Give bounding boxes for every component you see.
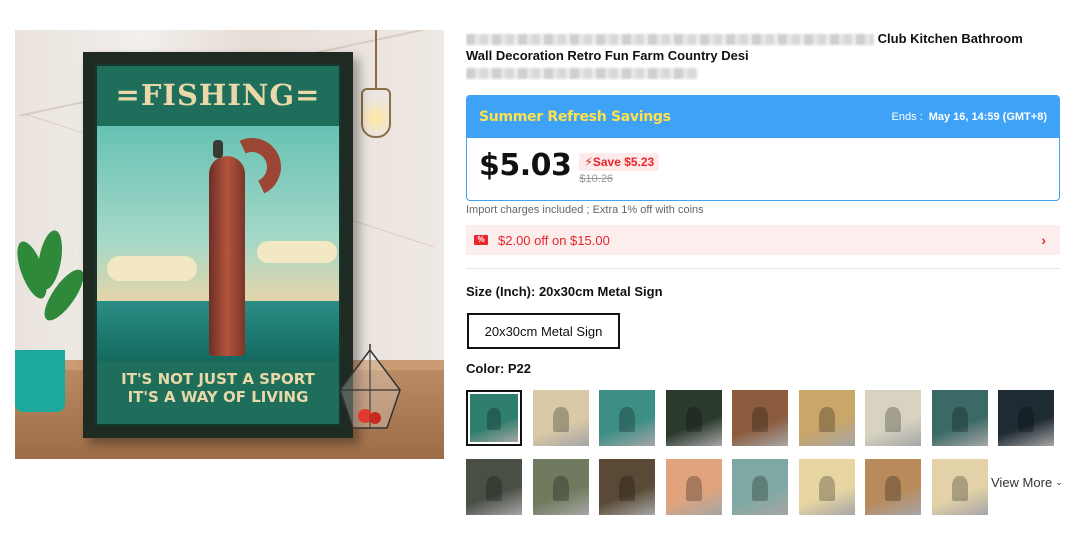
swatch-thumbnail: [599, 390, 655, 446]
color-swatch[interactable]: [666, 459, 722, 515]
promo-countdown: Ends : May 16, 14:59 (GMT+8): [892, 111, 1048, 123]
swatch-thumbnail: [732, 459, 788, 515]
promo-price-card: Summer Refresh Savings Ends : May 16, 14:…: [466, 95, 1060, 201]
plant-pot: [15, 350, 65, 412]
view-more-label: View More: [991, 475, 1053, 490]
original-price: $10.26: [579, 173, 614, 185]
product-title-line: [466, 64, 1060, 81]
poster-slogan-line: IT'S A WAY OF LIVING: [127, 388, 309, 406]
swatch-thumbnail: [599, 459, 655, 515]
lightning-icon: ⚡: [584, 155, 593, 169]
view-more-button[interactable]: View More ⌄: [991, 475, 1063, 490]
blurred-title-text: [466, 68, 698, 80]
color-swatch[interactable]: [599, 390, 655, 446]
color-swatch[interactable]: [932, 390, 988, 446]
color-swatch[interactable]: [732, 459, 788, 515]
lamp-cord: [375, 30, 377, 90]
color-swatch[interactable]: [533, 459, 589, 515]
swatch-thumbnail: [865, 459, 921, 515]
coupon-text: $2.00 off on $15.00: [498, 232, 610, 248]
swatch-thumbnail: [932, 390, 988, 446]
blurred-title-text: [466, 34, 874, 46]
coupon-bar[interactable]: % $2.00 off on $15.00 ›: [466, 225, 1060, 255]
promo-name: Summer Refresh Savings: [479, 109, 671, 125]
promo-ends-label: Ends :: [891, 111, 923, 123]
poster-slogan-line: IT'S NOT JUST A SPORT: [121, 370, 315, 388]
product-main-image[interactable]: =FISHING= IT'S NOT JUST A SPORT IT'S A W…: [15, 30, 444, 459]
swatch-thumbnail: [732, 390, 788, 446]
price-details: ⚡Save $5.23 $10.26: [579, 153, 660, 185]
charges-note: Import charges included ; Extra 1% off w…: [466, 204, 704, 216]
poster-frame: =FISHING= IT'S NOT JUST A SPORT IT'S A W…: [83, 52, 353, 438]
color-swatch[interactable]: [865, 390, 921, 446]
promo-ends-value: May 16, 14:59 (GMT+8): [928, 111, 1047, 123]
swatch-thumbnail: [799, 390, 855, 446]
sale-price: $5.03: [479, 148, 572, 183]
color-swatch[interactable]: [466, 390, 522, 446]
product-title-line: Wall Decoration Retro Fun Farm Country D…: [466, 48, 749, 63]
swatch-thumbnail: [799, 459, 855, 515]
color-swatch[interactable]: [865, 459, 921, 515]
pendant-lamp-icon: [361, 88, 391, 138]
swatch-thumbnail: [533, 390, 589, 446]
size-label: Size (Inch): 20x30cm Metal Sign: [466, 284, 663, 299]
chevron-down-icon: ⌄: [1055, 477, 1063, 487]
promo-banner: Summer Refresh Savings Ends : May 16, 14:…: [467, 96, 1059, 138]
color-swatch[interactable]: [466, 459, 522, 515]
terrarium-icon: [335, 342, 405, 432]
price-row: $5.03 ⚡Save $5.23 $10.26: [467, 138, 1059, 195]
swatch-thumbnail: [998, 390, 1054, 446]
color-swatch[interactable]: [533, 390, 589, 446]
swatch-thumbnail: [533, 459, 589, 515]
coupon-ticket-icon: %: [474, 235, 488, 245]
color-swatch[interactable]: [998, 390, 1054, 446]
poster-artwork: =FISHING= IT'S NOT JUST A SPORT IT'S A W…: [95, 64, 341, 426]
divider: [466, 268, 1060, 269]
save-badge: ⚡Save $5.23: [579, 153, 660, 171]
swatch-thumbnail: [466, 459, 522, 515]
size-option-20x30cm[interactable]: 20x30cm Metal Sign: [467, 313, 620, 349]
color-swatch[interactable]: [932, 459, 988, 515]
color-swatch[interactable]: [799, 459, 855, 515]
product-info: Club Kitchen Bathroom Wall Decoration Re…: [466, 30, 1060, 81]
color-swatch[interactable]: [732, 390, 788, 446]
color-swatch[interactable]: [599, 459, 655, 515]
swatch-thumbnail: [470, 394, 518, 442]
poster-cloud: [107, 256, 197, 281]
color-swatch[interactable]: [799, 390, 855, 446]
poster-slogan: IT'S NOT JUST A SPORT IT'S A WAY OF LIVI…: [97, 370, 339, 406]
chevron-right-icon[interactable]: ›: [1041, 232, 1046, 248]
poster-cloud: [257, 241, 337, 263]
swatch-thumbnail: [666, 390, 722, 446]
fisherman-icon: [213, 140, 223, 158]
product-title-visible: Club Kitchen Bathroom: [877, 31, 1023, 46]
color-swatch[interactable]: [666, 390, 722, 446]
product-title-line: Club Kitchen Bathroom: [466, 30, 1060, 47]
swatch-thumbnail: [865, 390, 921, 446]
swatch-thumbnail: [932, 459, 988, 515]
save-text: Save $5.23: [592, 155, 655, 169]
poster-title: =FISHING=: [115, 78, 321, 112]
swatch-thumbnail: [666, 459, 722, 515]
color-label: Color: P22: [466, 361, 532, 376]
